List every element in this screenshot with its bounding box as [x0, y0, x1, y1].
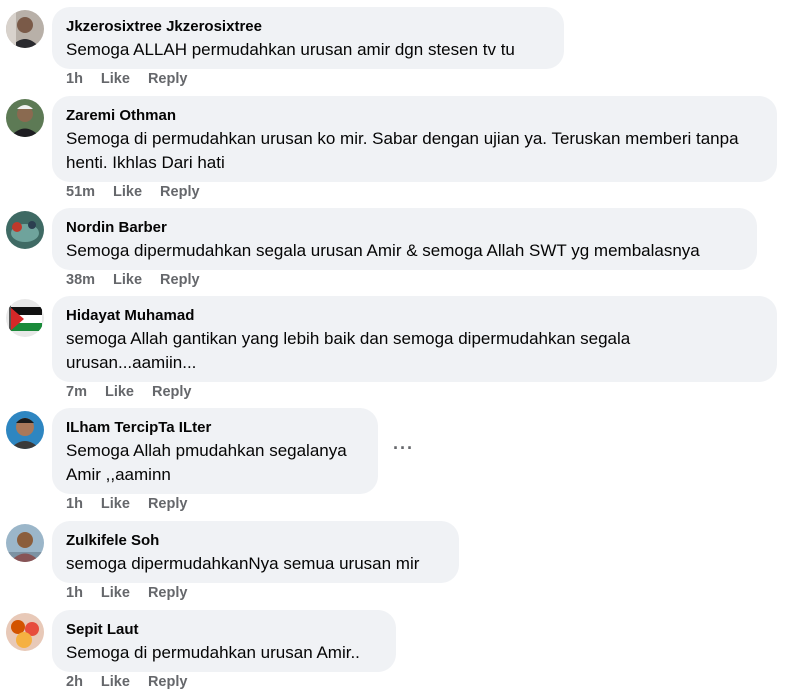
palestine-flag-icon	[6, 299, 44, 337]
like-button[interactable]: Like	[101, 71, 130, 87]
commenter-name[interactable]: ILham TercipTa ILter	[66, 418, 364, 438]
reply-button[interactable]: Reply	[152, 384, 192, 400]
comment-actions: 51m Like Reply	[66, 184, 218, 200]
profile-photo-icon	[6, 524, 44, 562]
reply-button[interactable]: Reply	[160, 184, 200, 200]
avatar[interactable]	[6, 211, 44, 249]
comment-actions: 1h Like Reply	[66, 496, 205, 512]
avatar[interactable]	[6, 99, 44, 137]
comment-text: Semoga di permudahkan urusan ko mir. Sab…	[66, 129, 739, 172]
comment-actions: 1h Like Reply	[66, 71, 205, 87]
comment-bubble: Nordin Barber Semoga dipermudahkan segal…	[52, 208, 757, 270]
comment-bubble: ILham TercipTa ILter Semoga Allah pmudah…	[52, 408, 378, 494]
commenter-name[interactable]: Jkzerosixtree Jkzerosixtree	[66, 17, 550, 37]
comment-timestamp[interactable]: 2h	[66, 674, 83, 690]
comment-actions: 7m Like Reply	[66, 384, 209, 400]
like-button[interactable]: Like	[113, 272, 142, 288]
comment-timestamp[interactable]: 51m	[66, 184, 95, 200]
reply-button[interactable]: Reply	[148, 674, 188, 690]
reply-button[interactable]: Reply	[148, 71, 188, 87]
like-button[interactable]: Like	[113, 184, 142, 200]
avatar[interactable]	[6, 411, 44, 449]
comment-timestamp[interactable]: 1h	[66, 496, 83, 512]
comment-text: Semoga dipermudahkan segala urusan Amir …	[66, 241, 700, 260]
commenter-name[interactable]: Zulkifele Soh	[66, 531, 445, 551]
commenter-name[interactable]: Hidayat Muhamad	[66, 306, 763, 326]
comment-actions: 1h Like Reply	[66, 585, 205, 601]
profile-photo-icon	[6, 211, 44, 249]
commenter-name[interactable]: Zaremi Othman	[66, 106, 763, 126]
comment-bubble: Hidayat Muhamad semoga Allah gantikan ya…	[52, 296, 777, 382]
avatar[interactable]	[6, 299, 44, 337]
comment-bubble: Jkzerosixtree Jkzerosixtree Semoga ALLAH…	[52, 7, 564, 69]
reply-button[interactable]: Reply	[148, 496, 188, 512]
comment-text: Semoga ALLAH permudahkan urusan amir dgn…	[66, 40, 515, 59]
comment-bubble: Zaremi Othman Semoga di permudahkan urus…	[52, 96, 777, 182]
like-button[interactable]: Like	[101, 496, 130, 512]
comment-text: Semoga di permudahkan urusan Amir..	[66, 643, 360, 662]
avatar[interactable]	[6, 524, 44, 562]
like-button[interactable]: Like	[101, 585, 130, 601]
comment-text: Semoga Allah pmudahkan segalanya Amir ,,…	[66, 441, 347, 484]
comment-timestamp[interactable]: 38m	[66, 272, 95, 288]
like-button[interactable]: Like	[101, 674, 130, 690]
reply-button[interactable]: Reply	[148, 585, 188, 601]
commenter-name[interactable]: Nordin Barber	[66, 218, 743, 238]
comment-bubble: Sepit Laut Semoga di permudahkan urusan …	[52, 610, 396, 672]
profile-photo-icon	[6, 613, 44, 651]
comment-timestamp[interactable]: 1h	[66, 585, 83, 601]
avatar[interactable]	[6, 10, 44, 48]
profile-photo-icon	[6, 99, 44, 137]
avatar[interactable]	[6, 613, 44, 651]
more-options-icon[interactable]: ···	[393, 438, 414, 459]
comment-text: semoga dipermudahkanNya semua urusan mir	[66, 554, 420, 573]
comment-actions: 38m Like Reply	[66, 272, 218, 288]
comment-timestamp[interactable]: 1h	[66, 71, 83, 87]
commenter-name[interactable]: Sepit Laut	[66, 620, 382, 640]
profile-photo-icon	[6, 411, 44, 449]
profile-photo-icon	[6, 10, 44, 48]
comment-timestamp[interactable]: 7m	[66, 384, 87, 400]
comment-actions: 2h Like Reply	[66, 674, 205, 690]
comment-bubble: Zulkifele Soh semoga dipermudahkanNya se…	[52, 521, 459, 583]
reply-button[interactable]: Reply	[160, 272, 200, 288]
comment-text: semoga Allah gantikan yang lebih baik da…	[66, 329, 631, 372]
like-button[interactable]: Like	[105, 384, 134, 400]
